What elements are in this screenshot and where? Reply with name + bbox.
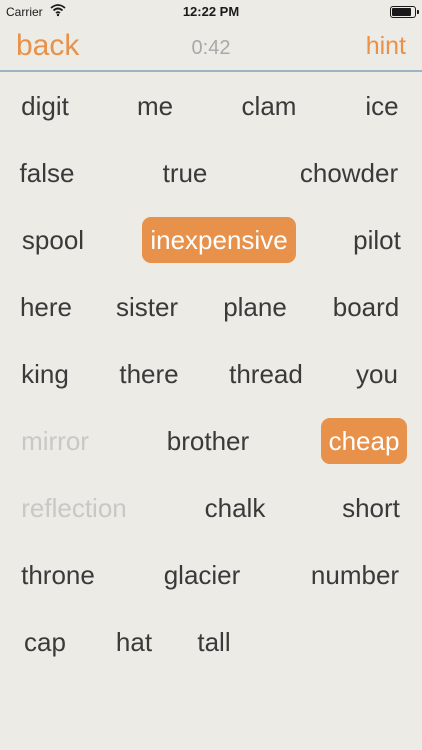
word-row: here sister plane board bbox=[0, 284, 422, 332]
word-tile[interactable]: here bbox=[20, 284, 72, 330]
word-row: mirror brother cheap bbox=[0, 418, 422, 466]
word-row: digit me clam ice bbox=[0, 83, 422, 131]
word-row: reflection chalk short bbox=[0, 485, 422, 533]
word-tile[interactable]: brother bbox=[167, 418, 249, 464]
word-tile[interactable]: thread bbox=[229, 351, 303, 397]
hint-button[interactable]: hint bbox=[366, 32, 406, 61]
word-tile-selected[interactable]: inexpensive bbox=[142, 217, 296, 263]
word-tile[interactable]: spool bbox=[22, 217, 84, 263]
word-tile[interactable]: short bbox=[342, 485, 400, 531]
word-tile-used: mirror bbox=[21, 426, 89, 456]
word-row: false true chowder bbox=[0, 150, 422, 198]
battery-icon bbox=[390, 6, 419, 18]
word-row: king there thread you bbox=[0, 351, 422, 399]
word-tile[interactable]: hat bbox=[116, 619, 152, 665]
word-tile[interactable]: tall bbox=[197, 619, 230, 665]
timer-label: 0:42 bbox=[191, 37, 231, 59]
word-tile[interactable]: ice bbox=[365, 83, 398, 129]
word-tile[interactable]: there bbox=[119, 351, 178, 397]
word-tile[interactable]: false bbox=[20, 150, 75, 196]
word-row: cap hat tall bbox=[0, 619, 422, 667]
word-tile[interactable]: king bbox=[21, 351, 69, 397]
word-tile[interactable]: throne bbox=[21, 552, 95, 598]
word-tile[interactable]: me bbox=[137, 83, 173, 129]
word-row: throne glacier number bbox=[0, 552, 422, 600]
word-tile[interactable]: pilot bbox=[353, 217, 401, 263]
word-tile[interactable]: board bbox=[333, 284, 400, 330]
word-tile-used: reflection bbox=[21, 493, 127, 523]
word-tile[interactable]: true bbox=[163, 150, 208, 196]
word-tile[interactable]: chalk bbox=[205, 485, 266, 531]
word-tile[interactable]: you bbox=[356, 351, 398, 397]
word-tile-selected[interactable]: cheap bbox=[320, 418, 408, 464]
word-tile[interactable]: digit bbox=[21, 83, 69, 129]
word-tile[interactable]: plane bbox=[223, 284, 287, 330]
nav-bar: back 0:42 hint bbox=[0, 24, 422, 72]
status-bar: Carrier 12:22 PM bbox=[0, 0, 422, 24]
word-row: spool inexpensive pilot bbox=[0, 217, 422, 265]
word-tile[interactable]: cap bbox=[24, 619, 66, 665]
status-time: 12:22 PM bbox=[182, 4, 240, 19]
battery-level bbox=[392, 8, 411, 16]
word-tile[interactable]: clam bbox=[242, 83, 297, 129]
word-tile[interactable]: chowder bbox=[300, 150, 398, 196]
word-tile[interactable]: glacier bbox=[164, 552, 241, 598]
word-tile[interactable]: sister bbox=[116, 284, 178, 330]
word-tile[interactable]: number bbox=[311, 552, 399, 598]
